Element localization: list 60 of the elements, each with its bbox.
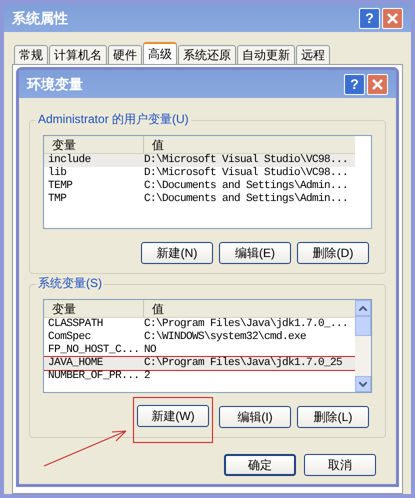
variable-list[interactable]: 变量 值 CLASSPATH C:\Program Files\Java\jdk1.7.0_... ComSpec C:\WINDOWS\system32\cmd.exe FP_NO_HOST_C... NO JAVA_HOME C:\Program Files\Java\jdk1.7.0_25 NUMBER_OF_PR... 2 [43,299,372,393]
variable-list[interactable]: 变量 值 include D:\Microsoft Visual Studio\VC98... lib D:\Microsoft Visual Studio\VC98... TEMP C:\Documents and Settings\Admin... TMP C:\Documents and Settings\Admin... [43,135,372,229]
group-title: Administrator 的用户变量(U) [36,113,191,125]
variable-value: C:\Program Files\Java\jdk1.7.0_... [144,317,350,331]
variable-value: C:\Documents and Settings\Admin... [144,179,350,193]
close-button[interactable] [367,74,388,94]
dialog-button[interactable]: 确定 [224,454,296,476]
tab[interactable]: 常规 [14,45,48,64]
column-header[interactable]: 变量 [44,136,144,153]
help-button[interactable]: ? [359,8,380,28]
variable-value: D:\Microsoft Visual Studio\VC98... [144,153,350,167]
list-row[interactable]: TEMP C:\Documents and Settings\Admin... [44,180,355,193]
close-icon [386,12,399,24]
list-row[interactable]: lib D:\Microsoft Visual Studio\VC98... [44,167,355,180]
dialog-button[interactable]: 删除(D) [297,242,369,264]
scrollbar[interactable] [355,300,371,392]
list-row[interactable]: TMP C:\Documents and Settings\Admin... [44,193,355,206]
variable-name: JAVA_HOME [47,356,104,370]
help-button[interactable]: ? [344,74,365,94]
window-title: 系统属性 [12,8,69,28]
window-title: 环境变量 [27,74,84,94]
variable-name: lib [47,166,68,180]
dialog-button[interactable]: 编辑(E) [219,242,291,264]
variable-name: CLASSPATH [47,317,104,332]
variable-name: FP_NO_HOST_C... [47,343,141,358]
variable-name: TEMP [47,179,74,194]
dialog-button[interactable]: 新建(W) [137,405,209,427]
variable-name: include [47,153,92,167]
group-title: 系统变量(S) [36,277,104,289]
list-row[interactable]: CLASSPATH C:\Program Files\Java\jdk1.7.0_... [44,318,355,331]
tab[interactable]: 高级 [143,42,177,64]
column-header[interactable]: 值 [144,136,355,153]
list-row[interactable]: include D:\Microsoft Visual Studio\VC98... [44,154,355,167]
variable-value: NO [144,343,158,357]
variable-name: NUMBER_OF_PR... [47,369,141,384]
list-row[interactable]: FP_NO_HOST_C... NO [44,344,355,357]
dialog-button[interactable]: 编辑(I) [219,406,291,428]
variable-value: C:\Program Files\Java\jdk1.7.0_25 [144,356,344,370]
close-icon [371,78,384,90]
tab[interactable]: 计算机名 [49,45,107,64]
column-header[interactable]: 值 [144,300,355,317]
scrollbar-thumb[interactable] [355,316,371,336]
tab[interactable]: 系统还原 [178,45,236,64]
variable-value: C:\WINDOWS\system32\cmd.exe [144,330,308,344]
variable-value: 2 [144,369,152,384]
variable-value: C:\Documents and Settings\Admin... [144,192,350,208]
tab[interactable]: 硬件 [108,45,142,64]
tab[interactable]: 远程 [296,45,330,64]
variable-name: ComSpec [47,330,92,344]
close-button[interactable] [382,8,403,28]
tab[interactable]: 自动更新 [237,45,295,64]
dialog-button[interactable]: 取消 [304,454,376,476]
list-row[interactable]: ComSpec C:\WINDOWS\system32\cmd.exe [44,331,355,344]
list-row[interactable]: NUMBER_OF_PR... 2 [44,370,355,383]
list-row[interactable]: JAVA_HOME C:\Program Files\Java\jdk1.7.0_25 [44,357,355,370]
variable-value: D:\Microsoft Visual Studio\VC98... [144,166,350,180]
variable-name: TMP [47,192,68,208]
column-header[interactable]: 变量 [44,300,144,317]
dialog-button[interactable]: 新建(N) [141,242,213,264]
dialog-button[interactable]: 删除(L) [297,406,369,428]
